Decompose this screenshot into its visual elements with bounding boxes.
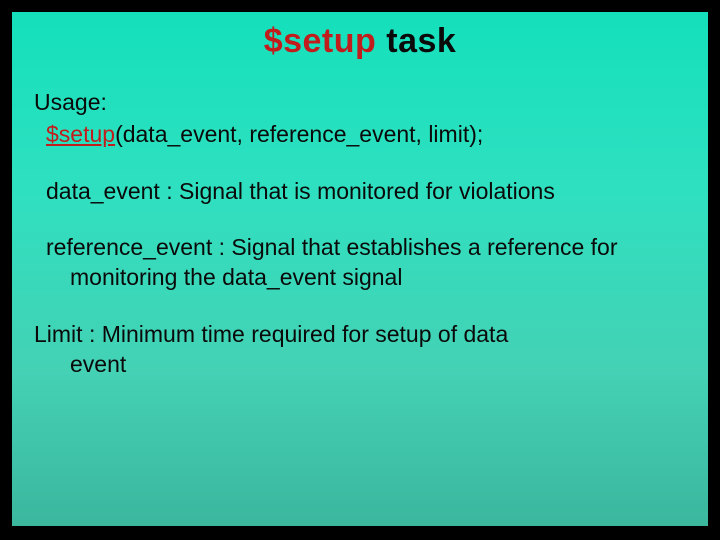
param-limit: Limit : Minimum time required for setup … bbox=[34, 319, 686, 380]
slide-body: Usage: $setup(data_event, reference_even… bbox=[34, 87, 686, 380]
title-keyword: $setup bbox=[264, 22, 377, 60]
param-limit-line1: Limit : Minimum time required for setup … bbox=[34, 321, 508, 347]
param-limit-line2: event bbox=[34, 349, 686, 379]
slide-title: $setup task bbox=[34, 22, 686, 61]
usage-line: $setup(data_event, reference_event, limi… bbox=[34, 119, 686, 149]
slide-frame: $setup task Usage: $setup(data_event, re… bbox=[0, 0, 720, 540]
param-data-event: data_event : Signal that is monitored fo… bbox=[34, 176, 686, 206]
param-reference-event: reference_event : Signal that establishe… bbox=[34, 232, 686, 293]
slide: $setup task Usage: $setup(data_event, re… bbox=[12, 12, 708, 526]
usage-keyword: $setup bbox=[46, 121, 115, 147]
title-rest: task bbox=[376, 22, 456, 60]
usage-args: (data_event, reference_event, limit); bbox=[115, 121, 483, 147]
usage-label: Usage: bbox=[34, 87, 686, 117]
